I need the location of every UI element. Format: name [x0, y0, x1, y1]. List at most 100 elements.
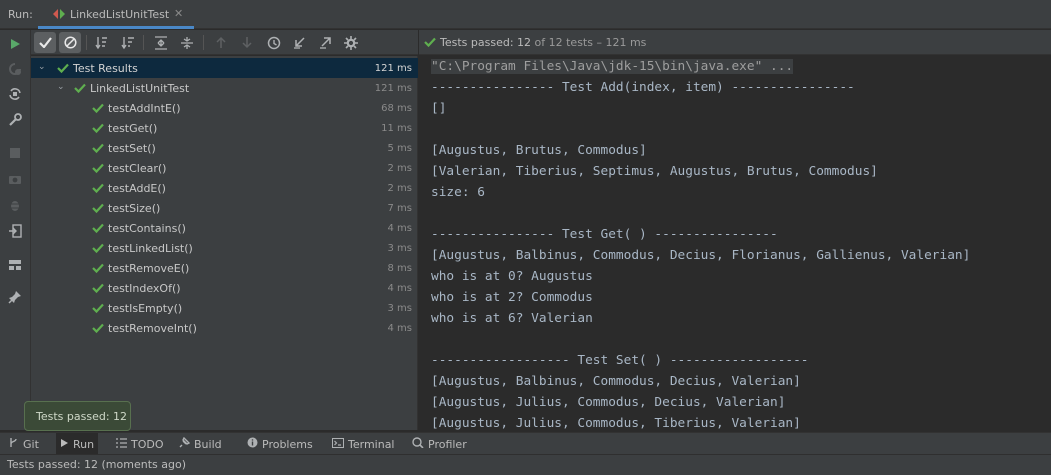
check-icon — [92, 183, 104, 194]
check-icon — [92, 243, 104, 254]
play-icon — [60, 438, 69, 451]
next-failed-icon — [236, 32, 258, 53]
console-line: [] — [431, 101, 447, 116]
console-line: who is at 0? Augustus — [431, 269, 593, 284]
test-name: testLinkedList() — [108, 242, 193, 255]
test-tree: ⌄ Test Results 121 ms ⌄ LinkedListUnitTe… — [31, 56, 418, 430]
rerun-failed-icon — [4, 58, 26, 80]
test-name: testIsEmpty() — [108, 302, 183, 315]
tree-node-test[interactable]: testSet() 5 ms — [31, 138, 418, 158]
terminal-icon — [332, 437, 344, 451]
console-line: [Valerian, Tiberius, Septimus, Augustus,… — [431, 164, 878, 179]
settings-gear-icon[interactable] — [340, 32, 362, 53]
console-line: [Augustus, Julius, Commodus, Tiberius, V… — [431, 416, 801, 430]
tree-node-suite[interactable]: ⌄ LinkedListUnitTest 121 ms — [31, 78, 418, 98]
test-name: testContains() — [108, 222, 186, 235]
close-icon[interactable]: ✕ — [174, 7, 183, 20]
tool-window-bar: Git Run TODO Build Problems Terminal Profiler — [0, 432, 1051, 455]
duration-label: 68 ms — [381, 103, 412, 114]
check-icon — [92, 223, 104, 234]
rerun-icon[interactable] — [4, 33, 26, 55]
test-name: testSet() — [108, 142, 156, 155]
chevron-down-icon[interactable]: ⌄ — [57, 82, 65, 92]
tool-tab-todo[interactable]: TODO — [112, 433, 168, 455]
duration-label: 2 ms — [387, 183, 413, 194]
sort-duration-icon[interactable] — [117, 32, 139, 53]
tool-tab-label: Problems — [262, 437, 313, 451]
tree-node-test[interactable]: testAddIntE() 68 ms — [31, 98, 418, 118]
tool-tab-profiler[interactable]: Profiler — [408, 433, 471, 455]
chevron-down-icon[interactable]: ⌄ — [38, 62, 46, 72]
duration-label: 7 ms — [387, 203, 413, 214]
duration-label: 5 ms — [387, 143, 413, 154]
pin-icon[interactable] — [4, 286, 26, 308]
tool-tab-label: Profiler — [428, 437, 467, 451]
show-ignored-icon[interactable] — [59, 32, 81, 53]
sort-alpha-icon[interactable] — [91, 32, 113, 53]
check-icon — [92, 303, 104, 314]
tree-node-label: LinkedListUnitTest — [90, 82, 190, 95]
duration-label: 2 ms — [387, 163, 413, 174]
tree-node-test[interactable]: testSize() 7 ms — [31, 198, 418, 218]
export-tests-icon[interactable] — [314, 32, 336, 53]
test-config-icon — [53, 9, 65, 19]
tree-node-test[interactable]: testLinkedList() 3 ms — [31, 238, 418, 258]
check-icon — [92, 123, 104, 134]
wrench-icon[interactable] — [4, 109, 26, 131]
stop-icon — [4, 142, 26, 164]
console-command-line: "C:\Program Files\Java\jdk-15\bin\java.e… — [431, 59, 794, 74]
tree-node-test[interactable]: testClear() 2 ms — [31, 158, 418, 178]
exit-icon[interactable] — [4, 220, 26, 242]
tool-tab-git[interactable]: Git — [4, 433, 43, 455]
test-status-bar: Tests passed: 12 of 12 tests – 121 ms — [419, 30, 1051, 55]
test-toolbar — [31, 30, 418, 55]
console-line: ---------------- Test Add(index, item) -… — [431, 80, 855, 95]
console-line: ---------------- Test Get( ) -----------… — [431, 227, 778, 242]
console-line: [Augustus, Brutus, Commodus] — [431, 143, 647, 158]
console-line: size: 6 — [431, 185, 485, 200]
tool-tab-label: TODO — [131, 437, 164, 451]
expand-all-icon[interactable] — [150, 32, 172, 53]
show-passed-icon[interactable] — [34, 32, 56, 53]
tool-tab-run[interactable]: Run — [56, 433, 99, 455]
check-icon — [57, 63, 69, 74]
tree-node-test[interactable]: testRemoveInt() 4 ms — [31, 318, 418, 338]
tree-node-test[interactable]: testContains() 4 ms — [31, 218, 418, 238]
tab-title: LinkedListUnitTest — [70, 8, 170, 21]
tree-node-test[interactable]: testIndexOf() 4 ms — [31, 278, 418, 298]
tool-tab-terminal[interactable]: Terminal — [328, 433, 399, 455]
info-icon — [247, 437, 258, 451]
tool-tab-label: Run — [73, 437, 95, 451]
run-tab-bar: Run: LinkedListUnitTest ✕ — [0, 0, 1051, 29]
summary-suffix: of 12 tests – 121 ms — [531, 36, 647, 49]
tree-node-label: Test Results — [73, 62, 138, 75]
test-name: testRemoveInt() — [108, 322, 197, 335]
tree-node-test[interactable]: testIsEmpty() 3 ms — [31, 298, 418, 318]
test-name: testGet() — [108, 122, 158, 135]
console-output[interactable]: "C:\Program Files\Java\jdk-15\bin\java.e… — [419, 56, 1051, 430]
duration-label: 8 ms — [387, 263, 413, 274]
tool-tab-build[interactable]: Build — [175, 433, 226, 455]
tree-node-test[interactable]: testRemoveE() 8 ms — [31, 258, 418, 278]
tree-node-test-results[interactable]: ⌄ Test Results 121 ms — [31, 58, 418, 78]
test-name: testIndexOf() — [108, 282, 181, 295]
tree-node-test[interactable]: testAddE() 2 ms — [31, 178, 418, 198]
history-icon[interactable] — [263, 32, 285, 53]
collapse-all-icon[interactable] — [176, 32, 198, 53]
test-name: testSize() — [108, 202, 161, 215]
tab-linkedlistunittest[interactable]: LinkedListUnitTest ✕ — [38, 0, 194, 29]
check-icon — [92, 283, 104, 294]
profiler-icon — [412, 437, 424, 451]
branch-icon — [8, 437, 19, 451]
import-tests-icon[interactable] — [288, 32, 310, 53]
check-icon — [424, 37, 436, 48]
tool-tab-problems[interactable]: Problems — [243, 433, 317, 455]
check-icon — [92, 323, 104, 334]
layout-icon[interactable] — [4, 254, 26, 276]
test-name: testClear() — [108, 162, 167, 175]
tests-passed-tooltip: Tests passed: 12 — [24, 401, 131, 431]
duration-label: 121 ms — [374, 83, 412, 94]
run-label: Run: — [8, 8, 33, 21]
tree-node-test[interactable]: testGet() 11 ms — [31, 118, 418, 138]
toggle-auto-test-icon[interactable] — [4, 83, 26, 105]
